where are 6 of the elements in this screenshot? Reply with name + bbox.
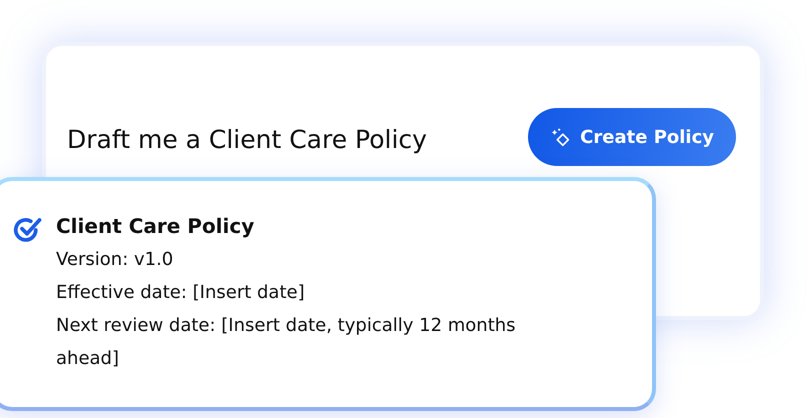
- policy-detail: Next review date: [Insert date, typically 12 months ahead]: [56, 314, 517, 371]
- prompt-text: Draft me a Client Care Policy: [67, 125, 427, 154]
- policy-detail: Effective date: [Insert date]: [56, 281, 306, 305]
- create-policy-button[interactable]: Create Policy: [528, 108, 736, 166]
- policy-title: Client Care Policy: [56, 213, 256, 240]
- policy-detail: Version: v1.0: [56, 248, 174, 272]
